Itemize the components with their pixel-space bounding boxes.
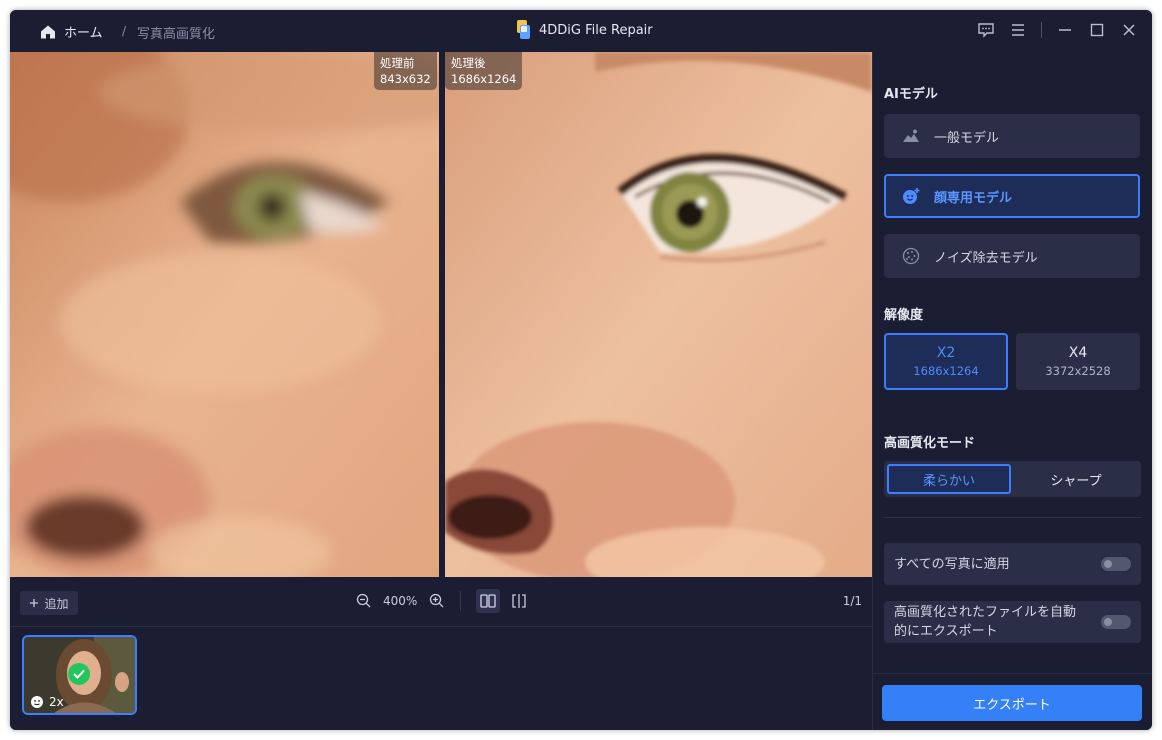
model-face-label: 顔専用モデル: [934, 190, 1013, 206]
breadcrumb-current-page: 写真高画質化: [137, 27, 216, 42]
image-toolbar: 追加 400% 1/1: [10, 577, 872, 627]
panel-divider: [884, 517, 1141, 518]
zoom-controls: 400%: [356, 593, 444, 608]
model-general-button[interactable]: 一般モデル: [884, 114, 1140, 158]
ai-model-title: AIモデル: [884, 87, 938, 102]
resolution-x2-button[interactable]: X2 1686x1264: [884, 333, 1008, 390]
close-icon[interactable]: [1120, 21, 1138, 39]
after-image: [445, 52, 872, 577]
thumbnail-strip: 2x: [10, 628, 872, 730]
after-label: 処理後: [451, 56, 486, 70]
app-title-text: 4DDiG File Repair: [539, 22, 653, 38]
window-controls: [977, 21, 1138, 39]
plus-icon: [30, 599, 39, 607]
titlebar-divider: [1041, 22, 1042, 38]
done-check-icon: [68, 663, 90, 685]
face-plus-icon: [903, 188, 920, 204]
model-denoise-label: ノイズ除去モデル: [934, 250, 1038, 266]
model-face-button[interactable]: 顔専用モデル: [884, 174, 1140, 218]
zoom-level: 400%: [383, 593, 418, 608]
menu-icon[interactable]: [1009, 21, 1027, 39]
resolution-x4-size: 3372x2528: [1045, 364, 1111, 378]
resolution-x2-label: X2: [936, 345, 956, 361]
feedback-icon[interactable]: [977, 21, 995, 39]
resolution-x4-button[interactable]: X4 3372x2528: [1016, 333, 1140, 390]
image-compare-view[interactable]: 処理前 843x632 処理後 1686x1264: [10, 52, 872, 577]
split-view-icon: [512, 594, 526, 608]
face-model-icon: [31, 696, 43, 708]
app-window: ホーム / 写真高画質化 4DDiG File Repair 処理前 843x6…: [10, 10, 1152, 730]
page-counter: 1/1: [842, 594, 862, 608]
resolution-x2-size: 1686x1264: [913, 364, 979, 378]
apply-all-toggle[interactable]: [1101, 557, 1131, 571]
noise-icon: [902, 247, 920, 265]
app-title: 4DDiG File Repair: [515, 20, 653, 40]
before-badge: 処理前 843x632: [374, 52, 437, 90]
home-link[interactable]: ホーム: [40, 22, 103, 41]
toolbar-divider: [460, 591, 461, 611]
export-divider: [873, 673, 1152, 674]
thumbnail-scale-label: 2x: [49, 695, 64, 709]
settings-panel: AIモデル 一般モデル 顔専用モデル ノイズ除去モデル 解像度 X2 1686x…: [872, 52, 1152, 730]
auto-export-label: 高画質化されたファイルを自動的にエクスポート: [894, 605, 1077, 639]
before-image: [10, 52, 439, 577]
before-size: 843x632: [380, 72, 431, 86]
breadcrumb-separator: /: [122, 24, 127, 38]
add-button-label: 追加: [44, 596, 69, 611]
thumbnail-item[interactable]: 2x: [22, 635, 137, 715]
home-label: ホーム: [64, 26, 103, 41]
mode-sharp-button[interactable]: シャープ: [1014, 464, 1138, 494]
maximize-icon[interactable]: [1088, 21, 1106, 39]
side-by-side-icon: [480, 594, 496, 608]
after-size: 1686x1264: [451, 72, 517, 86]
apply-all-option: すべての写真に適用: [884, 543, 1141, 585]
thumbnail-scale: 2x: [30, 695, 64, 709]
zoom-out-icon[interactable]: [356, 593, 371, 608]
model-denoise-button[interactable]: ノイズ除去モデル: [884, 234, 1140, 278]
split-view-button[interactable]: [507, 589, 531, 613]
before-label: 処理前: [380, 56, 415, 70]
model-general-label: 一般モデル: [934, 130, 1000, 146]
side-by-side-view-button[interactable]: [476, 589, 500, 613]
resolution-x4-label: X4: [1068, 345, 1088, 361]
resolution-title: 解像度: [884, 308, 924, 323]
landscape-icon: [903, 129, 919, 142]
add-button[interactable]: 追加: [20, 591, 78, 615]
export-button[interactable]: エクスポート: [882, 685, 1142, 721]
minimize-icon[interactable]: [1056, 21, 1074, 39]
after-badge: 処理後 1686x1264: [445, 52, 523, 90]
auto-export-option: 高画質化されたファイルを自動的にエクスポート: [884, 601, 1141, 643]
home-icon: [41, 25, 55, 38]
app-logo-icon: [515, 20, 531, 40]
auto-export-toggle[interactable]: [1101, 615, 1131, 629]
apply-all-label: すべての写真に適用: [894, 556, 1010, 572]
enhance-mode-title: 高画質化モード: [884, 436, 976, 451]
mode-soft-button[interactable]: 柔らかい: [887, 464, 1011, 494]
zoom-in-icon[interactable]: [429, 593, 444, 608]
enhance-mode-switch: 柔らかい シャープ: [884, 461, 1141, 497]
title-bar: ホーム / 写真高画質化 4DDiG File Repair: [10, 10, 1152, 52]
